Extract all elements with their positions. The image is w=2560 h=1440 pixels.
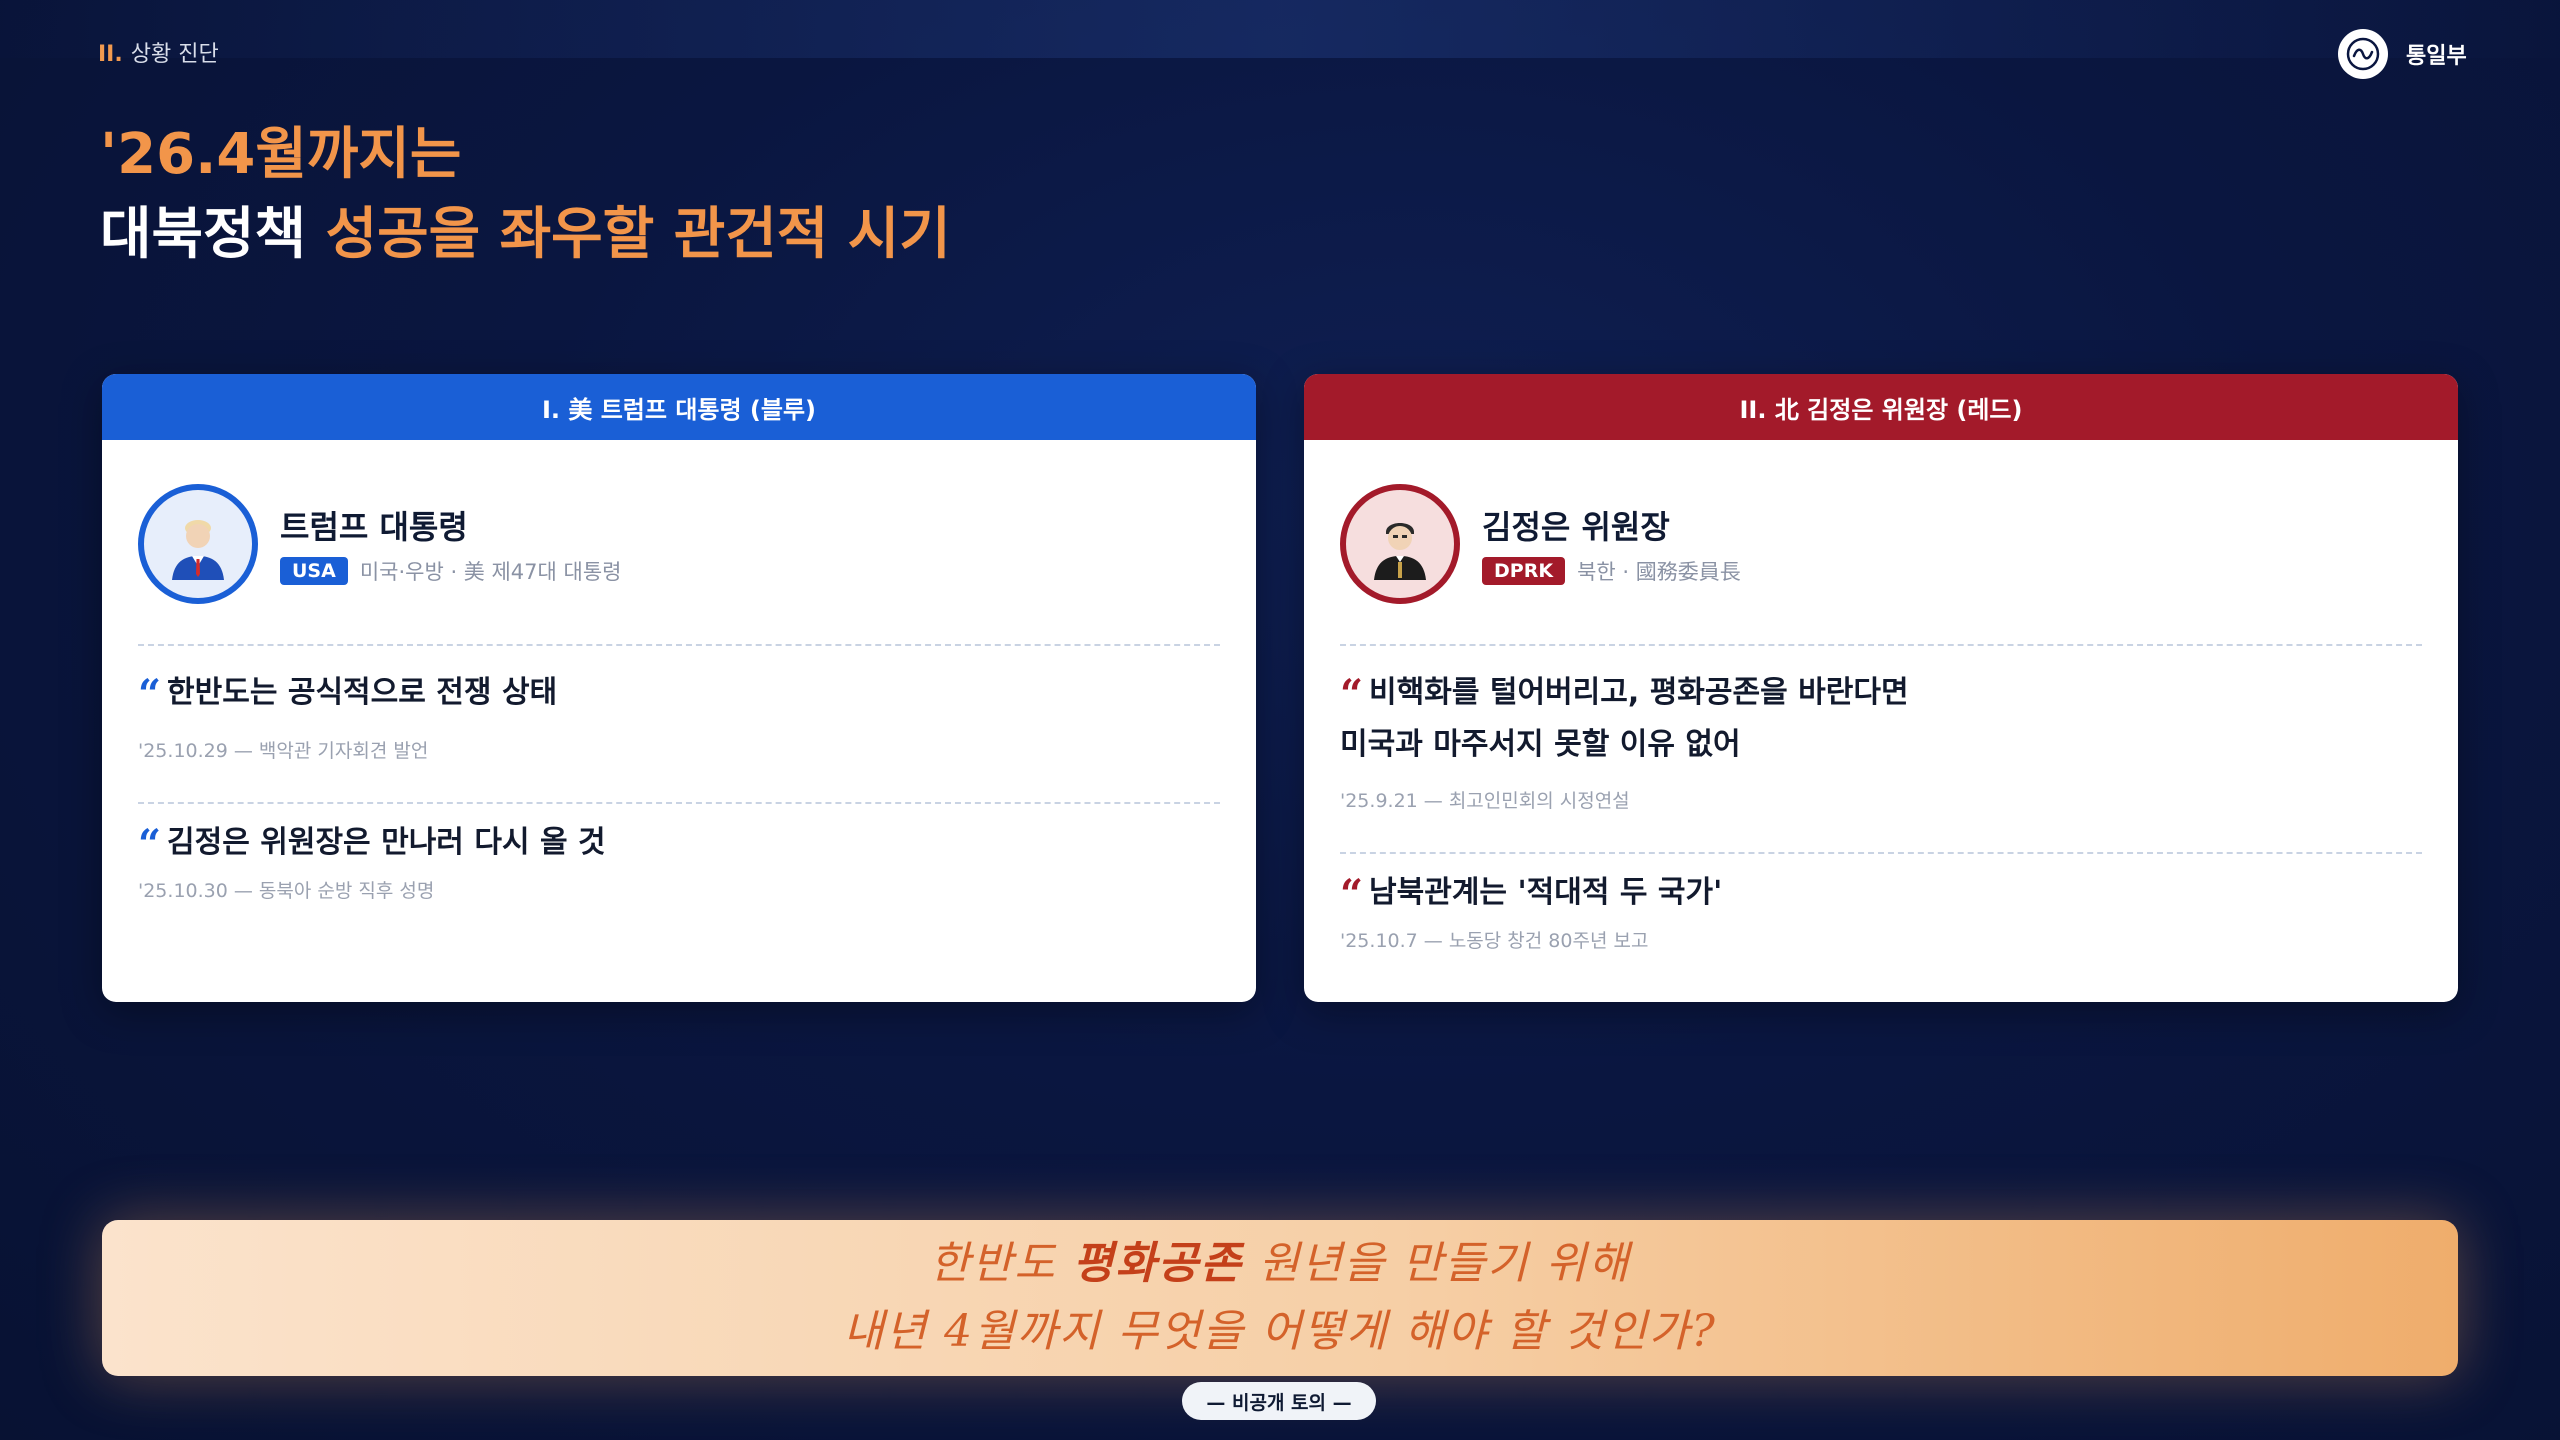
quote-text: “비핵화를 털어버리고, 평화공존을 바란다면 [1340, 668, 2422, 720]
trump-avatar-icon [138, 484, 258, 604]
usa-tag: USA [280, 557, 348, 585]
question-banner: 한반도 평화공존 원년을 만들기 위해 내년 4월까지 무엇을 어떻게 해야 할… [102, 1220, 2458, 1376]
quote-line: 김정은 위원장은 만나러 다시 올 것 [167, 825, 606, 860]
trump-profile: 트럼프 대통령 USA 미국·우방 · 美 제47대 대통령 [138, 484, 621, 604]
quote-line: 비핵화를 털어버리고, 평화공존을 바란다면 [1369, 675, 1909, 710]
title-line-2: 대북정책 성공을 좌우할 관건적 시기 [100, 195, 951, 275]
trump-profile-text: 트럼프 대통령 USA 미국·우방 · 美 제47대 대통령 [280, 502, 621, 586]
trump-name: 트럼프 대통령 [280, 508, 468, 546]
quote-line: 한반도는 공식적으로 전쟁 상태 [167, 675, 558, 710]
trump-quote-2: “김정은 위원장은 만나러 다시 올 것 '25.10.30 — 동북아 순방 … [138, 818, 1220, 903]
kim-meta: DPRK 북한 · 國務委員長 [1482, 556, 1741, 586]
trump-card-header: I. 美 트럼프 대통령 (블루) [102, 374, 1256, 440]
kim-name: 김정은 위원장 [1482, 508, 1670, 546]
kim-profile-text: 김정은 위원장 DPRK 북한 · 國務委員長 [1482, 502, 1741, 586]
section-number: II. [98, 42, 123, 67]
kim-quote-2: “남북관계는 '적대적 두 국가' '25.10.7 — 노동당 창건 80주년… [1340, 868, 2422, 953]
quote-source: '25.10.7 — 노동당 창건 80주년 보고 [1340, 930, 1649, 952]
banner-line-1-c: 원년을 만들기 위해 [1242, 1238, 1631, 1289]
kim-subtitle: 북한 · 國務委員長 [1577, 560, 1741, 584]
kim-card: II. 北 김정은 위원장 (레드) 김정은 위원장 DPRK 북한 · 國務委… [1304, 374, 2458, 1002]
quote-text: “남북관계는 '적대적 두 국가' [1340, 868, 2422, 920]
kim-profile: 김정은 위원장 DPRK 북한 · 國務委員長 [1340, 484, 1741, 604]
quote-text-line-2: 미국과 마주서지 못할 이유 없어 [1340, 727, 1741, 762]
banner-line-1-a: 한반도 [929, 1238, 1073, 1289]
banner-line-1-highlight: 평화공존 [1072, 1238, 1243, 1289]
trump-subtitle: 미국·우방 · 美 제47대 대통령 [359, 560, 622, 584]
quote-mark-icon: “ [1340, 871, 1364, 918]
divider [138, 644, 1220, 646]
kim-avatar-icon [1340, 484, 1460, 604]
divider [138, 802, 1220, 804]
banner-line-1: 한반도 평화공존 원년을 만들기 위해 [929, 1230, 1630, 1298]
kim-quote-1: “비핵화를 털어버리고, 평화공존을 바란다면 미국과 마주서지 못할 이유 없… [1340, 668, 2422, 813]
quote-source: '25.9.21 — 최고인민회의 시정연설 [1340, 790, 1630, 812]
trump-card: I. 美 트럼프 대통령 (블루) 트럼프 대통령 USA 미국·우방 · 美 … [102, 374, 1256, 1002]
ministry-brand: 통일부 [2338, 28, 2467, 80]
title-line-2-prefix: 대북정책 [100, 202, 326, 267]
divider [1340, 644, 2422, 646]
quote-line: 남북관계는 '적대적 두 국가' [1369, 875, 1723, 910]
top-band [0, 0, 2560, 58]
ministry-name: 통일부 [2406, 44, 2467, 69]
quote-text: “김정은 위원장은 만나러 다시 올 것 [138, 818, 1220, 870]
quote-mark-icon: “ [138, 671, 162, 718]
quote-text: “한반도는 공식적으로 전쟁 상태 [138, 668, 1220, 720]
quote-source: '25.10.30 — 동북아 순방 직후 성명 [138, 880, 435, 902]
quote-mark-icon: “ [138, 821, 162, 868]
trump-meta: USA 미국·우방 · 美 제47대 대통령 [280, 556, 621, 586]
kim-card-header: II. 北 김정은 위원장 (레드) [1304, 374, 2458, 440]
quote-source: '25.10.29 — 백악관 기자회견 발언 [138, 740, 429, 762]
section-label: II. 상황 진단 [98, 36, 219, 68]
banner-line-2: 내년 4월까지 무엇을 어떻게 해야 할 것인가? [843, 1306, 1717, 1357]
dprk-tag: DPRK [1482, 557, 1566, 585]
page-title: '26.4월까지는 대북정책 성공을 좌우할 관건적 시기 [100, 115, 951, 275]
ministry-logo-icon [2338, 29, 2388, 79]
divider [1340, 852, 2422, 854]
quote-mark-icon: “ [1340, 671, 1364, 718]
private-discussion-pill: — 비공개 토의 — [1182, 1382, 1376, 1420]
section-title: 상황 진단 [130, 42, 219, 67]
title-line-1: '26.4월까지는 [100, 122, 462, 187]
trump-quote-1: “한반도는 공식적으로 전쟁 상태 '25.10.29 — 백악관 기자회견 발… [138, 668, 1220, 763]
title-line-2-accent: 성공을 좌우할 관건적 시기 [325, 202, 951, 267]
